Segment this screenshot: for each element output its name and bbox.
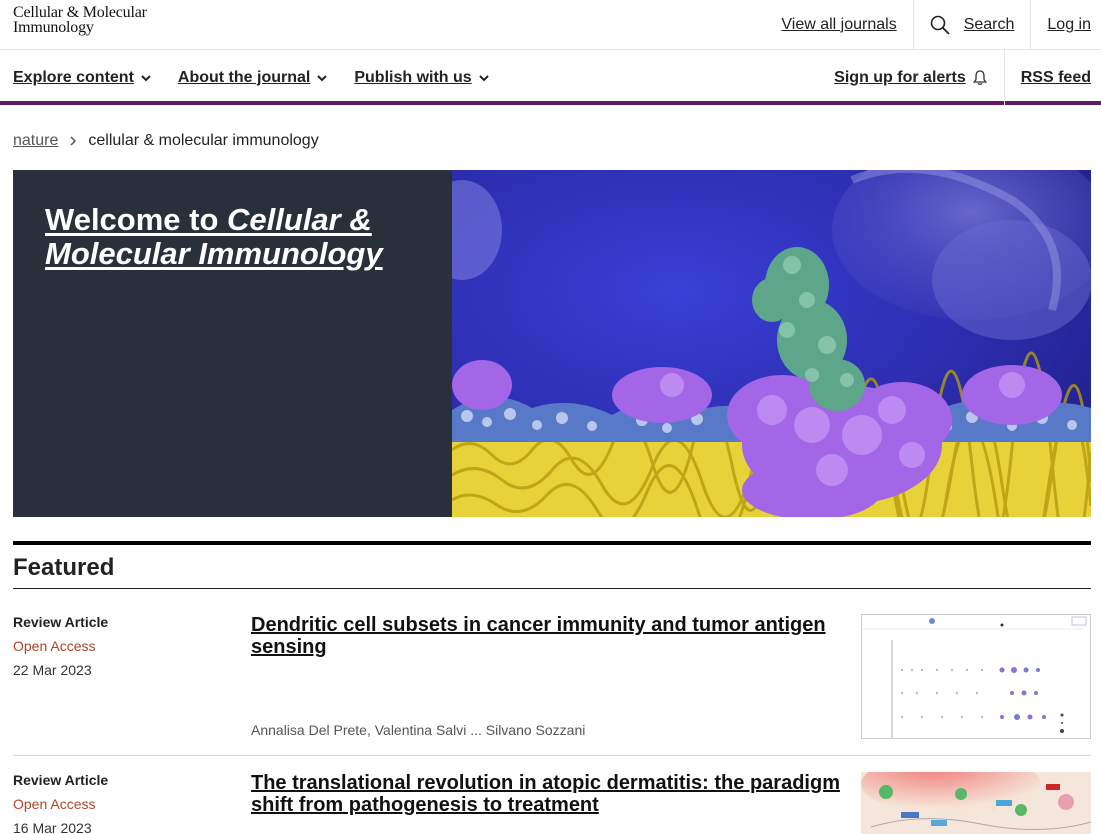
rss-feed-link[interactable]: RSS feed xyxy=(1003,50,1101,105)
open-access-badge: Open Access xyxy=(13,638,96,654)
hero-title-prefix: Welcome to xyxy=(45,202,228,237)
logo-line-1: Cellular & Molecular xyxy=(13,4,147,21)
article-type: Review Article xyxy=(13,614,109,630)
article-date: 22 Mar 2023 xyxy=(13,662,92,678)
article-thumbnail[interactable] xyxy=(861,614,1091,739)
bell-icon xyxy=(972,70,987,85)
chevron-down-icon xyxy=(478,74,489,81)
breadcrumb: nature cellular & molecular immunology xyxy=(13,131,319,151)
open-access-badge: Open Access xyxy=(13,796,96,812)
article-date: 16 Mar 2023 xyxy=(13,820,92,834)
figure-thumbnail xyxy=(861,772,1091,834)
alerts-label: Sign up for alerts xyxy=(834,68,966,86)
nav-item-label: Publish with us xyxy=(354,68,472,86)
breadcrumb-root-link[interactable]: nature xyxy=(13,132,58,150)
hero-text-panel: Welcome to Cellular & Molecular Immunolo… xyxy=(13,170,452,517)
article-card: Review Article Open Access 16 Mar 2023 T… xyxy=(13,772,1091,834)
breadcrumb-current: cellular & molecular immunology xyxy=(88,132,319,149)
chevron-right-icon xyxy=(70,136,77,146)
nav-item-label: Explore content xyxy=(13,68,134,86)
hero-image xyxy=(452,170,1091,517)
article-title-link[interactable]: Dendritic cell subsets in cancer immunit… xyxy=(251,614,841,658)
featured-heading: Featured xyxy=(13,554,115,581)
article-authors: Annalisa Del Prete, Valentina Salvi ... … xyxy=(251,722,586,738)
article-meta: Review Article Open Access 16 Mar 2023 xyxy=(13,772,233,834)
main-nav: Explore content About the journal Publis… xyxy=(0,50,1101,105)
article-type: Review Article xyxy=(13,772,109,788)
search-label: Search xyxy=(963,15,1015,33)
top-bar: Cellular & Molecular Immunology View all… xyxy=(0,0,1101,50)
figure-thumbnail xyxy=(862,615,1090,738)
search-icon xyxy=(930,15,950,35)
search-button[interactable]: Search xyxy=(912,0,1031,49)
nav-publish-with-us[interactable]: Publish with us xyxy=(354,69,489,87)
top-links: View all journals Search Log in xyxy=(765,0,1101,49)
article-thumbnail[interactable] xyxy=(861,772,1091,834)
hero-banner: Welcome to Cellular & Molecular Immunolo… xyxy=(13,170,1091,517)
sign-up-alerts-link[interactable]: Sign up for alerts xyxy=(818,50,1004,105)
article-card: Review Article Open Access 22 Mar 2023 D… xyxy=(13,614,1091,756)
nav-explore-content[interactable]: Explore content xyxy=(13,69,152,87)
hero-title-link[interactable]: Welcome to Cellular & Molecular Immunolo… xyxy=(45,202,383,271)
nav-about-journal[interactable]: About the journal xyxy=(178,69,328,87)
section-top-rule xyxy=(13,541,1091,545)
membrane-protein-illustration xyxy=(452,170,1091,517)
chevron-down-icon xyxy=(317,74,328,81)
article-meta: Review Article Open Access 22 Mar 2023 xyxy=(13,614,233,678)
logo-line-2: Immunology xyxy=(13,19,94,36)
article-title-link[interactable]: The translational revolution in atopic d… xyxy=(251,772,841,816)
login-link[interactable]: Log in xyxy=(1030,0,1101,49)
chevron-down-icon xyxy=(141,74,151,81)
nav-item-label: About the journal xyxy=(177,68,311,86)
nav-menu: Explore content About the journal Publis… xyxy=(13,50,516,105)
section-divider xyxy=(13,588,1091,589)
journal-logo[interactable]: Cellular & Molecular Immunology xyxy=(13,4,147,36)
view-all-journals-link[interactable]: View all journals xyxy=(765,0,912,49)
nav-actions: Sign up for alerts RSS feed xyxy=(818,50,1101,105)
